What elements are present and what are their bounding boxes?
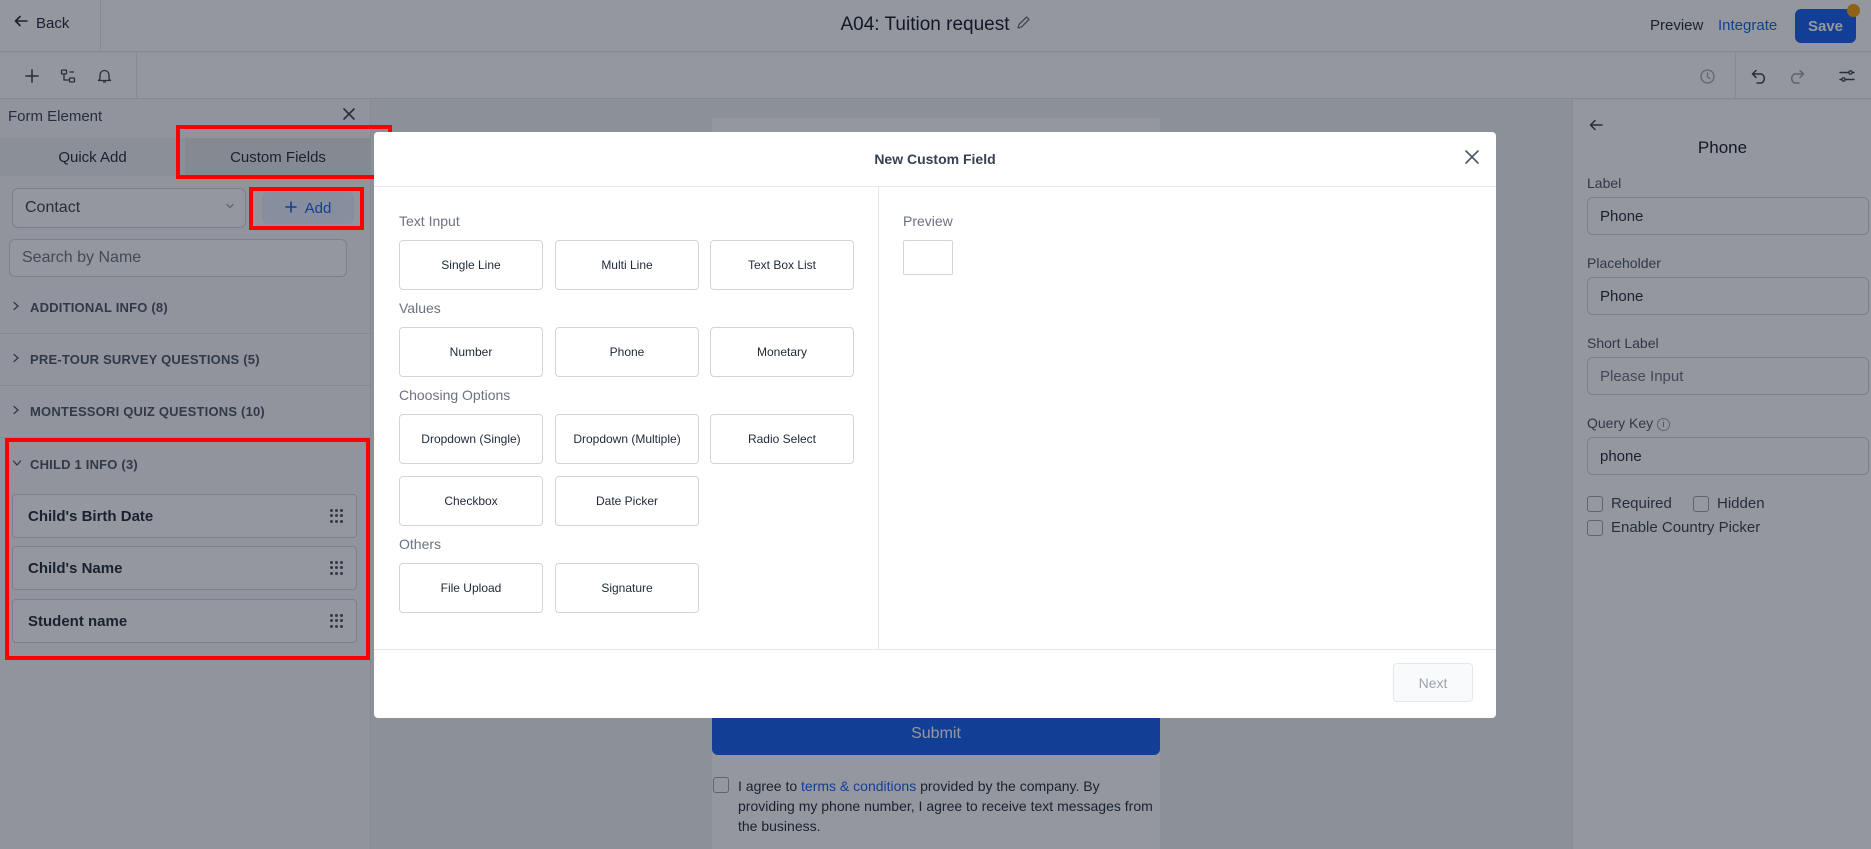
divider (878, 187, 879, 649)
file-upload-button[interactable]: File Upload (399, 563, 543, 613)
checkbox-button[interactable]: Checkbox (399, 476, 543, 526)
date-picker-button[interactable]: Date Picker (555, 476, 699, 526)
divider (374, 186, 1496, 187)
new-custom-field-modal: New Custom Field Text Input Single Line … (374, 132, 1496, 718)
preview-box (903, 240, 953, 275)
next-button[interactable]: Next (1393, 663, 1473, 702)
monetary-button[interactable]: Monetary (710, 327, 854, 377)
section-choosing-options: Choosing Options (399, 387, 511, 403)
single-line-button[interactable]: Single Line (399, 240, 543, 290)
highlight-custom-fields-tab (176, 125, 392, 179)
close-icon[interactable] (1464, 147, 1480, 169)
section-others: Others (399, 536, 442, 552)
signature-button[interactable]: Signature (555, 563, 699, 613)
section-text-input: Text Input (399, 213, 460, 229)
phone-button[interactable]: Phone (555, 327, 699, 377)
section-values: Values (399, 300, 441, 316)
multi-line-button[interactable]: Multi Line (555, 240, 699, 290)
number-button[interactable]: Number (399, 327, 543, 377)
preview-label: Preview (903, 213, 953, 229)
divider (374, 649, 1496, 650)
highlight-add-button (249, 187, 364, 230)
dropdown-multiple-button[interactable]: Dropdown (Multiple) (555, 414, 699, 464)
radio-select-button[interactable]: Radio Select (710, 414, 854, 464)
text-box-list-button[interactable]: Text Box List (710, 240, 854, 290)
modal-title: New Custom Field (874, 151, 996, 167)
dropdown-single-button[interactable]: Dropdown (Single) (399, 414, 543, 464)
highlight-child-info-group (5, 438, 370, 660)
